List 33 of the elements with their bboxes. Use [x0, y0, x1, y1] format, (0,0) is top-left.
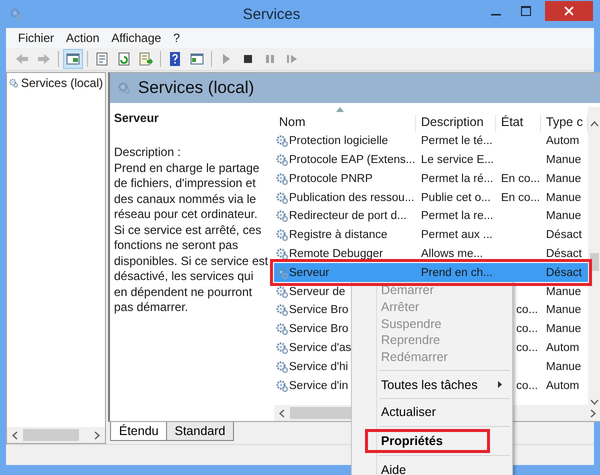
startup-type-cell: Manue: [546, 323, 582, 336]
description-cell: Allows me...: [421, 248, 483, 260]
description-text: Prend en charge le partage de fichiers, d'impression et des canaux nommés via le réseau pour cet ordinateur. Si ce service est arrêté, ces fonctions ne seront pas disponibles. Si ce service est désactivé, les services qui en dépendent ne pourront pas démarrer.: [114, 160, 270, 316]
startup-type-cell: Manue: [546, 360, 582, 373]
pane-title: Services (local): [138, 78, 254, 98]
status-cell: En co...: [501, 192, 540, 204]
startup-type-cell: Autom: [546, 135, 580, 148]
startup-type-cell: Désact: [546, 248, 582, 260]
window-title: Services: [242, 6, 302, 22]
startup-type-cell: Autom: [546, 380, 580, 392]
status-cell: co...: [516, 342, 538, 354]
startup-type-cell: Désact: [546, 266, 582, 279]
description-cell: Permet la re...: [421, 210, 494, 222]
description-cell: Permet le té...: [421, 135, 493, 148]
status-cell: co...: [516, 380, 538, 392]
status-cell: co...: [516, 304, 538, 316]
startup-type-cell: Désact: [546, 229, 582, 242]
service-name: Serveur: [114, 110, 160, 126]
status-cell: En co...: [501, 172, 540, 185]
status-cell: co...: [516, 323, 538, 336]
startup-type-cell: Manue: [546, 154, 582, 166]
description-cell: Publie cet o...: [421, 192, 491, 204]
startup-type-cell: Manue: [546, 192, 582, 204]
startup-type-cell: Manue: [546, 172, 582, 185]
startup-type-cell: Autom: [546, 342, 580, 354]
description-cell: Permet la ré...: [421, 172, 494, 185]
description-label: Description :: [114, 145, 182, 161]
startup-type-cell: Manue: [546, 210, 582, 222]
startup-type-cell: Manue: [546, 286, 582, 298]
description-cell: Prend en ch...: [421, 266, 493, 279]
description-cell: Le service E...: [421, 154, 494, 166]
startup-type-cell: Manue: [546, 304, 582, 316]
description-cell: Permet aux ...: [421, 229, 493, 242]
